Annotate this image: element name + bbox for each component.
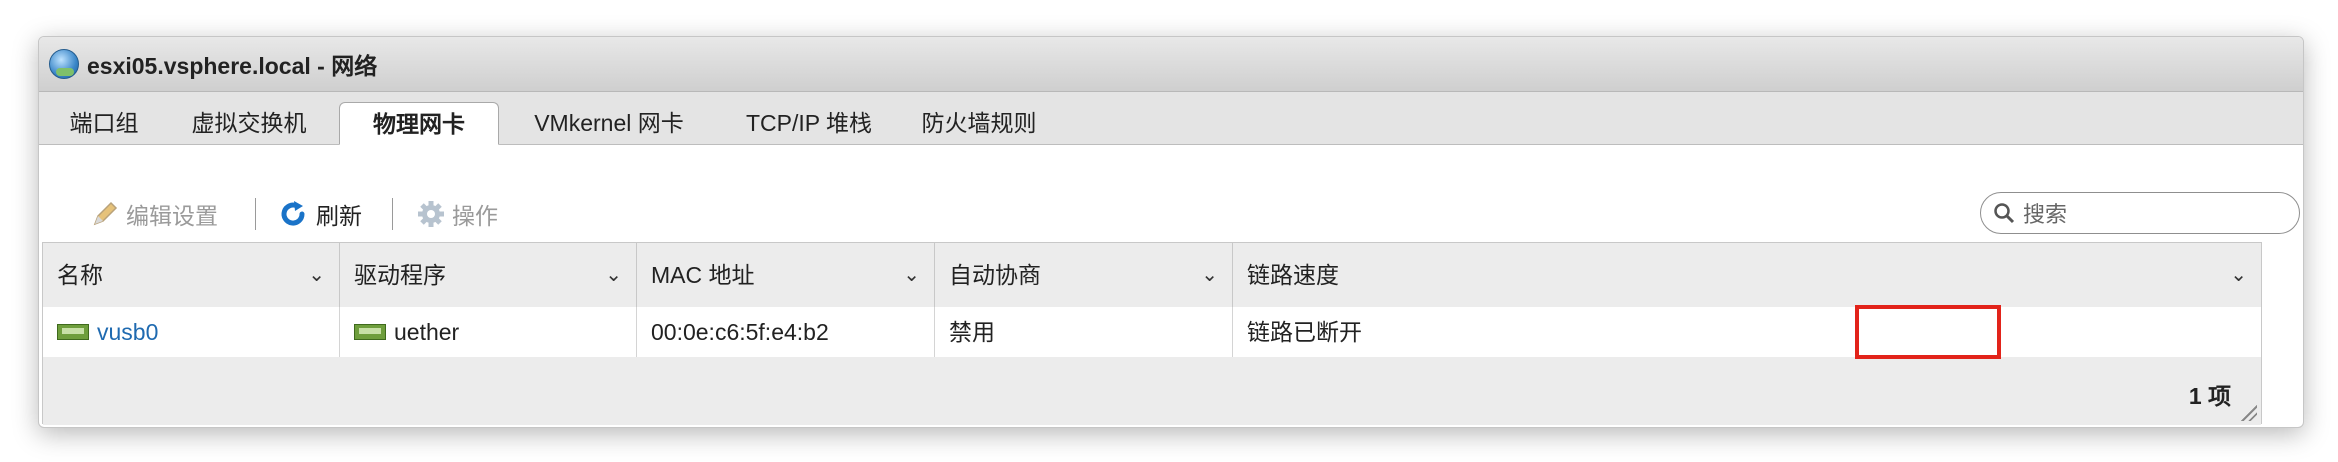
refresh-icon <box>281 201 305 226</box>
chevron-down-icon[interactable]: ⌄ <box>1201 243 1218 307</box>
chevron-down-icon[interactable]: ⌄ <box>308 243 325 307</box>
table-header: 名称 ⌄ 驱动程序 ⌄ MAC 地址 ⌄ 自动协商 ⌄ 链路速度 ⌄ <box>43 243 2261 308</box>
toolbar-divider <box>255 198 256 230</box>
column-header-mac[interactable]: MAC 地址 ⌄ <box>637 243 935 307</box>
toolbar-divider <box>392 198 393 230</box>
search-placeholder: 搜索 <box>2023 202 2068 227</box>
window-title: esxi05.vsphere.local - 网络 <box>87 53 378 79</box>
cell-autoneg: 禁用 <box>935 307 1233 357</box>
tab-firewall-rules[interactable]: 防火墙规则 <box>909 102 1049 144</box>
tab-virtual-switches[interactable]: 虚拟交换机 <box>169 102 329 144</box>
nic-icon <box>354 324 386 340</box>
refresh-label: 刷新 <box>316 203 362 229</box>
nic-icon <box>57 324 89 340</box>
gear-icon <box>418 201 444 227</box>
column-header-driver[interactable]: 驱动程序 ⌄ <box>340 243 637 307</box>
tab-bar: 端口组 虚拟交换机 物理网卡 VMkernel 网卡 TCP/IP 堆栈 防火墙… <box>39 92 2303 145</box>
item-count: 1 项 <box>2188 383 2231 409</box>
search-icon <box>1994 203 2015 224</box>
tab-tcpip-stacks[interactable]: TCP/IP 堆栈 <box>729 102 889 144</box>
highlight-box <box>1855 305 2001 359</box>
resize-grip-icon[interactable] <box>2241 405 2257 421</box>
cell-name: vusb0 <box>43 307 340 357</box>
refresh-button[interactable]: 刷新 <box>278 194 362 234</box>
cell-mac: 00:0e:c6:5f:e4:b2 <box>637 307 935 357</box>
chevron-down-icon[interactable]: ⌄ <box>605 243 622 307</box>
cell-driver: uether <box>340 307 637 357</box>
edit-settings-button[interactable]: 编辑设置 <box>90 194 218 234</box>
nic-name-link[interactable]: vusb0 <box>97 307 158 357</box>
tab-port-groups[interactable]: 端口组 <box>49 102 159 144</box>
chevron-down-icon[interactable]: ⌄ <box>2230 243 2247 307</box>
table-footer: 1 项 <box>43 357 2261 425</box>
actions-button[interactable]: 操作 <box>416 194 498 234</box>
column-header-link-speed[interactable]: 链路速度 ⌄ <box>1233 243 2261 307</box>
actions-label: 操作 <box>452 203 498 229</box>
pencil-icon <box>93 201 118 226</box>
column-header-autoneg[interactable]: 自动协商 ⌄ <box>935 243 1233 307</box>
tab-physical-nics[interactable]: 物理网卡 <box>339 102 499 145</box>
window-titlebar: esxi05.vsphere.local - 网络 <box>39 37 2303 92</box>
edit-settings-label: 编辑设置 <box>126 203 218 229</box>
search-input[interactable]: 搜索 <box>1980 192 2300 234</box>
toolbar: 编辑设置 刷新 操作 搜索 <box>80 186 2302 242</box>
chevron-down-icon[interactable]: ⌄ <box>903 243 920 307</box>
tab-vmkernel-nics[interactable]: VMkernel 网卡 <box>509 102 709 144</box>
column-header-name[interactable]: 名称 ⌄ <box>43 243 340 307</box>
cell-link-speed: 链路已断开 <box>1247 319 1362 345</box>
globe-icon <box>49 49 79 79</box>
